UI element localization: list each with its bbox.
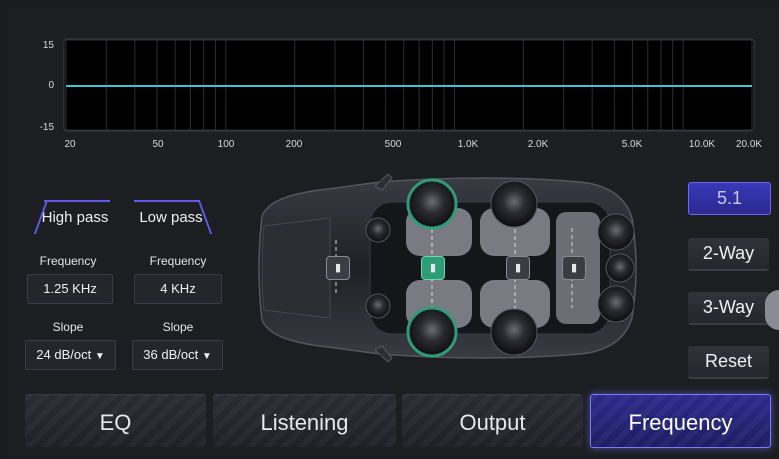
eq-graph [63,38,755,132]
x-tick-50: 50 [152,139,164,150]
low-pass-frequency-value[interactable]: 4 KHz [134,274,222,304]
front-right-door-speaker[interactable] [406,306,458,358]
x-tick-20k: 20.0K [735,139,763,150]
reset-button[interactable]: Reset [688,346,769,379]
low-pass-frequency-label: Frequency [149,254,207,268]
rear-surround-speaker-button[interactable]: ▮ [562,256,586,280]
x-tick-200: 200 [285,139,303,150]
rear-channel-speaker-button[interactable]: ▮ [506,256,530,280]
rear-left-speaker[interactable] [597,213,635,251]
side-drawer-handle[interactable] [765,290,779,330]
y-tick-15: 15 [42,40,54,51]
x-tick-2k: 2.0K [527,139,549,150]
right-tweeter[interactable] [365,293,391,319]
mode-5-1-button[interactable]: 5.1 [688,182,771,215]
high-pass-slope-label: Slope [52,320,84,334]
high-pass-frequency-label: Frequency [39,254,97,268]
rear-left-door-speaker[interactable] [490,180,538,228]
x-tick-100: 100 [217,139,235,150]
speaker-icon: ▮ [514,262,522,274]
y-tick-minus-15: -15 [39,122,54,133]
rear-right-door-speaker[interactable] [490,308,538,356]
tab-output[interactable]: Output [402,394,583,447]
x-tick-5k: 5.0K [621,139,643,150]
low-pass-slope-dropdown[interactable]: 36 dB/oct ▼ [132,340,223,370]
front-left-door-speaker[interactable] [406,178,458,230]
caret-down-icon: ▼ [201,351,212,362]
low-pass-slope-value: 36 dB/oct [143,347,199,362]
three-way-button[interactable]: 3-Way [688,292,769,325]
speaker-icon: ▮ [334,262,342,274]
low-pass-label: Low pass [139,209,203,226]
high-pass-slope-value: 24 dB/oct [36,347,92,362]
high-pass-label: High pass [41,209,109,226]
tab-listening[interactable]: Listening [213,394,396,447]
high-pass-slope-dropdown[interactable]: 24 dB/oct ▼ [25,340,116,370]
two-way-button[interactable]: 2-Way [688,238,769,271]
x-tick-20: 20 [64,139,76,150]
rear-right-speaker[interactable] [597,285,635,323]
left-tweeter[interactable] [365,217,391,243]
x-tick-10k: 10.0K [688,139,716,150]
high-pass-frequency-value[interactable]: 1.25 KHz [27,274,113,304]
car-top-view [258,173,637,363]
car-hood [261,217,331,319]
caret-down-icon: ▼ [94,351,105,362]
front-channel-speaker-button[interactable]: ▮ [421,256,445,280]
y-tick-0: 0 [48,80,54,91]
low-pass-top-border [134,200,200,202]
x-tick-1k: 1.0K [457,139,479,150]
tab-frequency[interactable]: Frequency [590,394,771,448]
subwoofer-speaker[interactable] [605,253,635,283]
high-pass-top-border [44,200,110,202]
x-tick-500: 500 [384,139,402,150]
tab-eq[interactable]: EQ [25,394,206,447]
high-pass-tab[interactable]: High pass [33,200,116,234]
speaker-icon: ▮ [429,262,437,274]
front-center-speaker-button[interactable]: ▮ [326,256,350,280]
low-pass-tab[interactable]: Low pass [130,200,213,234]
speaker-icon: ▮ [570,262,578,274]
low-pass-slope-label: Slope [162,320,194,334]
